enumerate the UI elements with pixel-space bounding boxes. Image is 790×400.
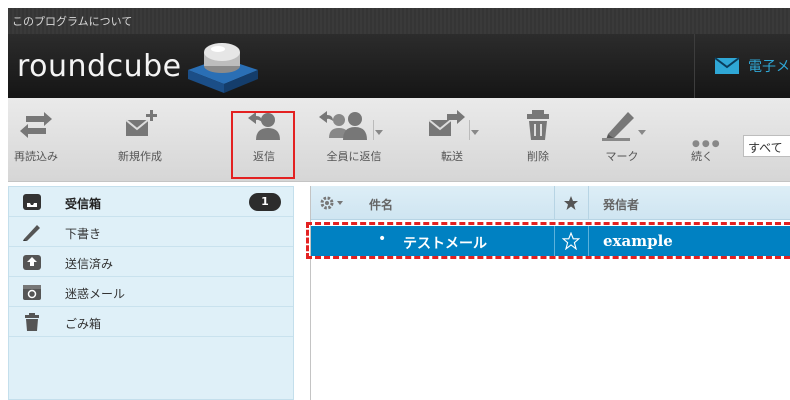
column-sender[interactable]: 発信者 <box>603 196 639 213</box>
refresh-label: 再読込み <box>14 150 58 163</box>
message-list: 件名 発信者 • テストメール example <box>310 186 790 400</box>
trash-icon <box>527 110 549 140</box>
flag-column-star-icon[interactable] <box>563 195 579 211</box>
search-scope-select[interactable]: すべて <box>743 135 790 157</box>
mark-button[interactable]: マーク <box>590 108 654 176</box>
more-label: 続く <box>691 150 713 163</box>
drafts-icon <box>23 225 40 241</box>
reply-button-highlight <box>231 111 295 179</box>
forward-icon <box>428 110 479 140</box>
message-list-header: 件名 発信者 <box>311 186 790 220</box>
app-header: roundcube 電子メ <box>8 34 790 98</box>
roundcube-logo-icon <box>188 43 258 93</box>
about-bar: このプログラムについて <box>8 8 790 34</box>
folder-drafts-label: 下書き <box>65 227 102 241</box>
mark-icon <box>602 112 646 141</box>
junk-icon <box>23 285 41 300</box>
header-divider <box>694 34 695 98</box>
folder-list: 受信箱 1 下書き 送信済み 迷惑メール ごみ箱 <box>8 186 294 400</box>
toolbar: 再読込み 新規作成 返信 全員に返信 転送 削除 マーク 続く <box>8 98 790 182</box>
mail-nav-label: 電子メ <box>748 59 790 75</box>
folder-trash-label: ごみ箱 <box>65 317 102 331</box>
reply-all-button[interactable]: 全員に返信 <box>308 108 400 176</box>
compose-label: 新規作成 <box>118 150 162 163</box>
folder-sent-label: 送信済み <box>65 257 114 271</box>
forward-label: 転送 <box>441 150 463 163</box>
sent-icon <box>23 255 41 270</box>
refresh-button[interactable]: 再読込み <box>10 108 62 176</box>
inbox-icon <box>23 194 41 210</box>
folder-junk[interactable]: 迷惑メール <box>9 277 293 307</box>
folder-inbox[interactable]: 受信箱 1 <box>9 187 293 217</box>
mark-label: マーク <box>605 150 639 163</box>
compose-button[interactable]: 新規作成 <box>108 108 172 176</box>
folder-inbox-label: 受信箱 <box>65 197 102 211</box>
delete-label: 削除 <box>527 150 549 163</box>
reply-all-label: 全員に返信 <box>326 150 382 163</box>
more-dots-icon: ●●● <box>692 139 722 149</box>
folder-drafts[interactable]: 下書き <box>9 217 293 247</box>
column-divider <box>554 186 555 220</box>
refresh-icon <box>20 112 52 138</box>
envelope-icon <box>714 57 740 74</box>
trash-icon <box>25 313 39 331</box>
delete-button[interactable]: 削除 <box>516 108 560 176</box>
folder-trash[interactable]: ごみ箱 <box>9 307 293 337</box>
folder-sent[interactable]: 送信済み <box>9 247 293 277</box>
logo-text: roundcube <box>17 49 182 84</box>
list-options-icon[interactable] <box>319 195 347 211</box>
folder-junk-label: 迷惑メール <box>65 287 126 301</box>
column-subject[interactable]: 件名 <box>369 196 393 213</box>
forward-button[interactable]: 転送 <box>416 108 488 176</box>
about-link[interactable]: このプログラムについて <box>12 13 132 29</box>
compose-icon <box>125 110 157 136</box>
message-row-highlight <box>306 222 790 259</box>
reply-all-icon <box>319 111 383 140</box>
mail-nav-link[interactable]: 電子メ <box>714 56 790 76</box>
column-divider <box>588 186 589 220</box>
unread-count-badge: 1 <box>249 193 281 211</box>
